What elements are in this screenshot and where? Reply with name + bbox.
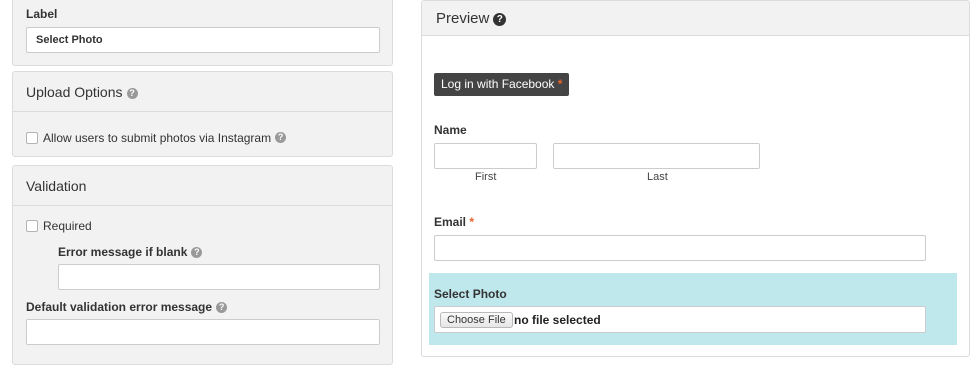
validation-panel: Validation Required Error message if bla… [12, 165, 393, 365]
upload-options-title: Upload Options [26, 84, 123, 100]
email-label: Email * [434, 215, 474, 229]
error-blank-input[interactable] [58, 264, 380, 290]
select-photo-field: Select Photo Choose File no file selecte… [429, 273, 957, 345]
preview-header: Preview? [422, 1, 969, 36]
required-star: * [469, 215, 475, 229]
default-error-label: Default validation error message? [26, 300, 228, 314]
select-photo-label: Select Photo [434, 287, 507, 301]
facebook-login-button[interactable]: Log in with Facebook * [434, 73, 570, 96]
error-blank-label-text: Error message if blank [58, 245, 188, 259]
help-icon[interactable]: ? [493, 12, 507, 26]
label-field-label: Label [26, 7, 58, 21]
instagram-option-row: Allow users to submit photos via Instagr… [13, 112, 392, 145]
field-settings-column: Label Select Photo Upload Options? Allow… [12, 0, 393, 365]
last-name-input[interactable] [553, 143, 760, 169]
first-sublabel: First [475, 171, 497, 183]
default-error-label-text: Default validation error message [26, 300, 213, 314]
required-star: * [557, 77, 563, 91]
upload-options-header: Upload Options? [13, 72, 392, 112]
upload-options-panel: Upload Options? Allow users to submit ph… [12, 71, 393, 157]
choose-file-button[interactable]: Choose File [440, 312, 513, 328]
facebook-login-label: Log in with Facebook [441, 77, 555, 91]
validation-header: Validation [13, 166, 392, 206]
default-error-input[interactable] [26, 319, 380, 345]
required-checkbox[interactable] [26, 219, 38, 232]
email-label-text: Email [434, 215, 467, 229]
help-icon[interactable]: ? [275, 132, 287, 144]
preview-panel: Preview? Log in with Facebook * Name Fir… [421, 0, 970, 357]
name-label: Name [434, 123, 467, 137]
instagram-checkbox-label: Allow users to submit photos via Instagr… [43, 130, 272, 145]
required-checkbox-label: Required [43, 218, 92, 233]
validation-title: Validation [26, 178, 87, 194]
email-input[interactable] [434, 235, 926, 261]
help-icon[interactable]: ? [126, 87, 138, 99]
file-input: Choose File no file selected [434, 306, 926, 333]
error-blank-label: Error message if blank? [58, 245, 203, 259]
label-panel: Label Select Photo [12, 0, 393, 66]
first-name-input[interactable] [434, 143, 537, 169]
instagram-checkbox[interactable] [26, 131, 38, 144]
file-status-text: no file selected [514, 313, 601, 327]
preview-title: Preview [436, 10, 490, 27]
help-icon[interactable]: ? [216, 302, 228, 314]
last-sublabel: Last [647, 171, 668, 183]
help-icon[interactable]: ? [191, 247, 203, 259]
label-input[interactable]: Select Photo [26, 27, 380, 53]
required-option-row: Required [26, 218, 92, 233]
